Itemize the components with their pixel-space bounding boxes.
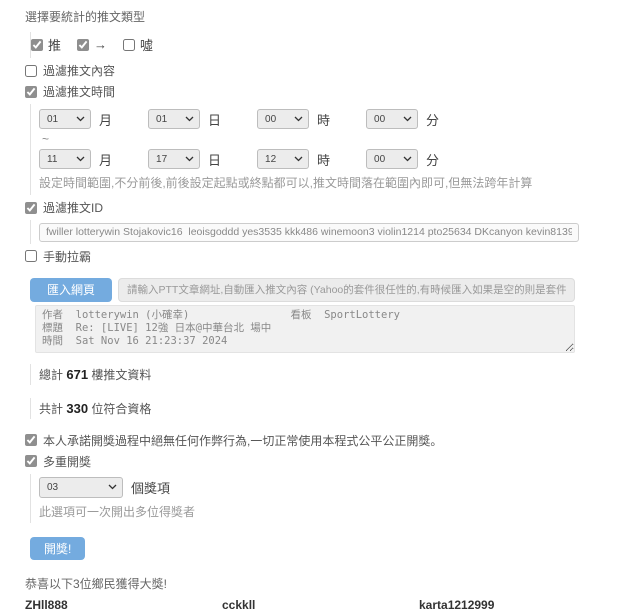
to-hour-value: 12 bbox=[265, 153, 277, 165]
to-day-select[interactable]: 17 bbox=[148, 149, 201, 169]
winner-id: ZHll888 bbox=[25, 597, 68, 612]
minute-unit-label: 分 bbox=[426, 112, 440, 128]
boo-label: 噓 bbox=[140, 38, 154, 53]
from-day-select[interactable]: 01 bbox=[148, 109, 201, 129]
from-month-select[interactable]: 01 bbox=[39, 109, 91, 129]
to-month-select[interactable]: 11 bbox=[39, 149, 91, 169]
filter-id-checkbox[interactable] bbox=[25, 201, 37, 214]
qualified-stat: 共計 330 位符合資格 bbox=[30, 397, 640, 419]
push-type-option-arrow[interactable]: → bbox=[77, 37, 107, 52]
push-type-option-boo[interactable]: 噓 bbox=[123, 35, 153, 54]
boo-checkbox[interactable] bbox=[123, 38, 136, 51]
chevron-down-icon bbox=[294, 156, 303, 162]
import-page-button[interactable]: 匯入網頁 bbox=[30, 277, 112, 302]
to-hour-select[interactable]: 12 bbox=[257, 149, 310, 169]
chevron-down-icon bbox=[76, 116, 85, 122]
filter-time-row[interactable]: 過濾推文時間 bbox=[25, 83, 115, 100]
winners-row: ZHll888 cckkll karta1212999 bbox=[25, 598, 640, 612]
multi-draw-block: 03 個獎項 此選項可一次開出多位得獎者 bbox=[30, 473, 640, 523]
from-hour-select[interactable]: 00 bbox=[257, 109, 310, 129]
multi-draw-hint: 此選項可一次開出多位得獎者 bbox=[39, 504, 196, 519]
prize-count-value: 03 bbox=[47, 481, 59, 493]
time-range-tilde: ~ bbox=[42, 132, 50, 146]
fairness-pledge-row[interactable]: 本人承諾開獎過程中絕無任何作弊行為,一切正常使用本程式公平公正開獎。 bbox=[25, 432, 442, 449]
time-range-block: 01 月 01 日 00 時 00 分 ~ 11 月 17 日 12 時 00 … bbox=[30, 104, 640, 195]
day-unit-label: 日 bbox=[208, 152, 222, 168]
multi-draw-label: 多重開獎 bbox=[43, 454, 92, 469]
fairness-pledge-checkbox[interactable] bbox=[25, 434, 37, 446]
filter-time-checkbox[interactable] bbox=[25, 85, 37, 98]
fairness-pledge-label: 本人承諾開獎過程中絕無任何作弊行為,一切正常使用本程式公平公正開獎。 bbox=[43, 433, 443, 448]
import-row: 匯入網頁 bbox=[30, 277, 640, 302]
push-type-option-push[interactable]: 推 bbox=[31, 35, 61, 54]
multi-draw-checkbox[interactable] bbox=[25, 455, 37, 467]
push-label: 推 bbox=[48, 38, 62, 53]
filter-id-label: 過濾推文ID bbox=[43, 201, 104, 215]
article-url-input[interactable] bbox=[118, 277, 575, 302]
winner-id: cckkll bbox=[222, 597, 256, 612]
to-day-value: 17 bbox=[156, 153, 168, 165]
from-minute-value: 00 bbox=[374, 113, 386, 125]
chevron-down-icon bbox=[403, 116, 412, 122]
day-unit-label: 日 bbox=[208, 112, 222, 128]
to-minute-select[interactable]: 00 bbox=[366, 149, 419, 169]
from-minute-select[interactable]: 00 bbox=[366, 109, 419, 129]
chevron-down-icon bbox=[185, 116, 194, 122]
id-filter-input[interactable] bbox=[39, 222, 579, 242]
filter-content-label: 過濾推文內容 bbox=[43, 64, 116, 78]
lottery-form-page: 選擇要統計的推文類型 推 → 噓 過濾推文內容 過濾推文時間 01 月 01 日… bbox=[0, 0, 640, 612]
chevron-down-icon bbox=[294, 116, 303, 122]
chevron-down-icon bbox=[185, 156, 194, 162]
filter-id-row[interactable]: 過濾推文ID bbox=[25, 199, 103, 216]
from-hour-value: 00 bbox=[265, 113, 277, 125]
hour-unit-label: 時 bbox=[317, 112, 331, 128]
time-range-hint: 設定時間範圍,不分前後,前後設定起點或終點都可以,推文時間落在範圍內即可,但無法… bbox=[39, 176, 533, 190]
prize-count-row: 03 個獎項 bbox=[39, 476, 640, 498]
hour-unit-label: 時 bbox=[317, 152, 331, 168]
manual-slot-checkbox[interactable] bbox=[25, 250, 37, 262]
manual-slot-label: 手動拉霸 bbox=[43, 249, 92, 264]
to-minute-value: 00 bbox=[374, 153, 386, 165]
from-day-value: 01 bbox=[156, 113, 168, 125]
id-filter-block bbox=[30, 220, 640, 244]
total-count: 671 bbox=[66, 366, 89, 382]
month-unit-label: 月 bbox=[99, 112, 113, 128]
to-month-value: 11 bbox=[47, 153, 58, 165]
chevron-down-icon bbox=[76, 156, 85, 162]
month-unit-label: 月 bbox=[99, 152, 113, 168]
winner-id: karta1212999 bbox=[419, 597, 495, 612]
multi-draw-row[interactable]: 多重開獎 bbox=[25, 453, 91, 470]
push-checkbox[interactable] bbox=[31, 38, 43, 51]
chevron-down-icon bbox=[403, 156, 412, 162]
push-type-options: 推 → 噓 bbox=[30, 32, 640, 58]
prize-unit-label: 個獎項 bbox=[131, 480, 171, 496]
filter-content-checkbox[interactable] bbox=[25, 64, 37, 77]
congrats-message: 恭喜以下3位鄉民獲得大獎! bbox=[25, 576, 168, 591]
filter-time-label: 過濾推文時間 bbox=[43, 85, 116, 99]
qualified-suffix: 位符合資格 bbox=[91, 401, 152, 416]
from-month-value: 01 bbox=[47, 113, 59, 125]
filter-content-row[interactable]: 過濾推文內容 bbox=[25, 62, 115, 79]
chevron-down-icon bbox=[108, 484, 117, 490]
time-to-row: 11 月 17 日 12 時 00 分 bbox=[39, 149, 640, 169]
total-prefix: 總計 bbox=[39, 367, 64, 382]
qualified-count: 330 bbox=[66, 400, 89, 416]
draw-button[interactable]: 開獎! bbox=[30, 536, 86, 560]
arrow-label: → bbox=[94, 37, 108, 52]
qualified-prefix: 共計 bbox=[39, 401, 64, 416]
article-content-textarea[interactable]: 作者 lotterywin (小確幸) 看板 SportLottery 標題 R… bbox=[35, 304, 575, 353]
arrow-checkbox[interactable] bbox=[77, 38, 90, 51]
total-pushes-stat: 總計 671 樓推文資料 bbox=[30, 363, 640, 385]
prize-count-select[interactable]: 03 bbox=[39, 476, 123, 498]
time-from-row: 01 月 01 日 00 時 00 分 bbox=[39, 109, 640, 129]
total-suffix: 樓推文資料 bbox=[91, 367, 152, 382]
push-type-title: 選擇要統計的推文類型 bbox=[25, 10, 146, 24]
manual-slot-row[interactable]: 手動拉霸 bbox=[25, 248, 91, 265]
minute-unit-label: 分 bbox=[426, 152, 440, 168]
